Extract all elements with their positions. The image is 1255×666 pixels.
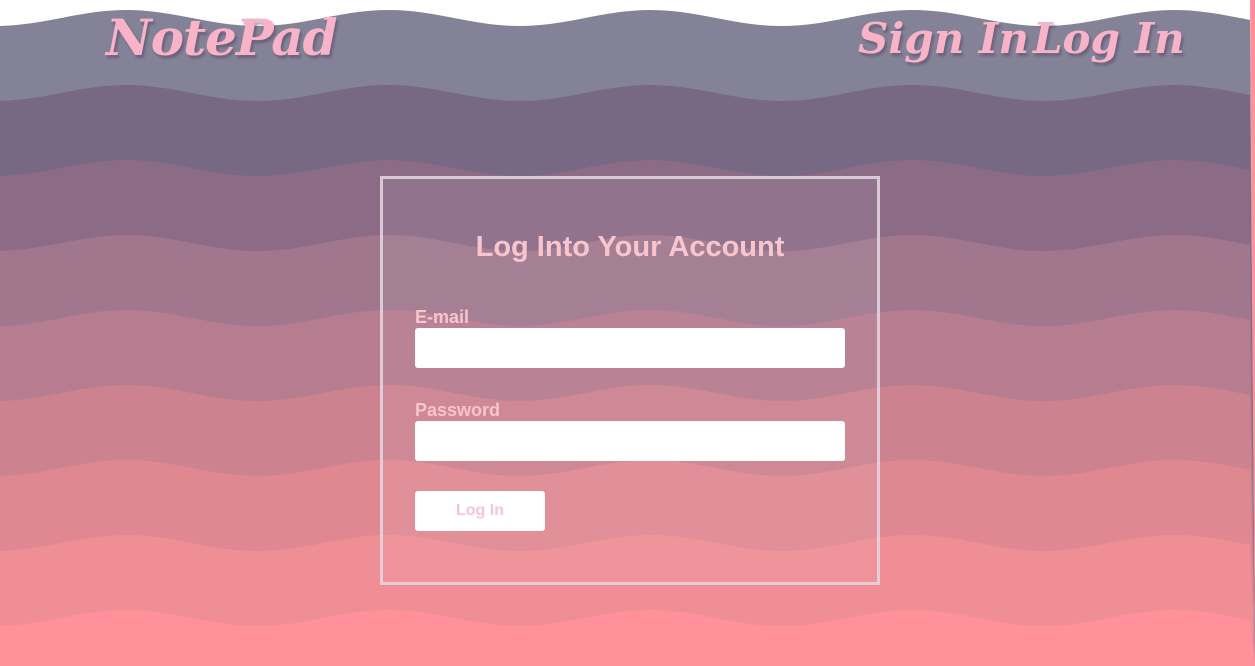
password-field[interactable] [415, 421, 845, 461]
email-field[interactable] [415, 328, 845, 368]
login-card: Log Into Your Account E-mail Password Lo… [380, 176, 880, 585]
login-title: Log Into Your Account [475, 231, 785, 263]
email-label: E-mail [415, 307, 470, 327]
log-in-button[interactable]: Log In [415, 491, 545, 531]
nav-sign-in-link[interactable]: Sign In [858, 14, 1029, 63]
password-label: Password [415, 400, 501, 420]
nav-log-in-link[interactable]: Log In [1033, 14, 1185, 63]
brand-logo[interactable]: NotePad [106, 8, 338, 67]
